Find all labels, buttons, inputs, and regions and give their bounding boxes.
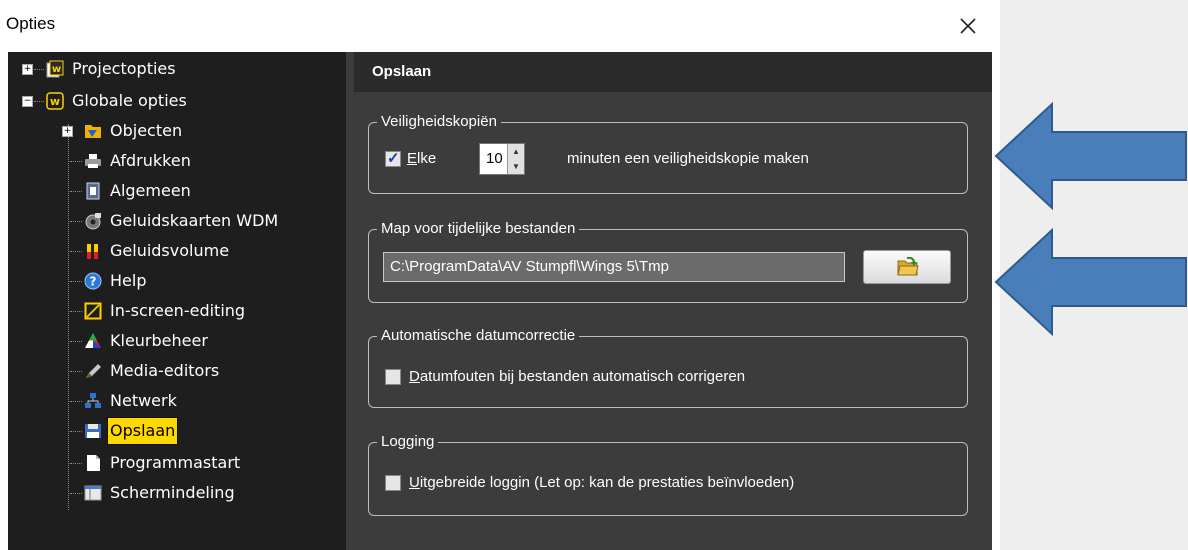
logging-group-title: Logging <box>377 433 439 450</box>
temp-folder-path-field[interactable]: C:\ProgramData\AV Stumpfl\Wings 5\Tmp <box>383 252 845 282</box>
screen-layout-icon <box>84 485 102 501</box>
tree-item-label: Projectopties <box>72 59 176 78</box>
panel-title: Opslaan <box>354 52 992 92</box>
network-icon <box>85 393 101 408</box>
expand-plus-icon[interactable]: + <box>22 64 33 75</box>
tree-item-label: In-screen-editing <box>110 301 246 320</box>
tree-item-label: Netwerk <box>110 391 177 410</box>
tree-item-schermindeling[interactable]: Schermindeling <box>8 480 308 506</box>
color-management-icon <box>85 333 101 348</box>
backup-enable-checkbox[interactable] <box>385 149 401 167</box>
tree-item-algemeen[interactable]: Algemeen <box>8 178 308 204</box>
temp-folder-group-title: Map voor tijdelijke bestanden <box>377 220 580 237</box>
date-correction-group-title: Automatische datumcorrectie <box>377 327 580 344</box>
annotation-arrow-temp-folder <box>994 227 1187 337</box>
tree-item-label: Algemeen <box>110 181 191 200</box>
tree-item-projectopties[interactable]: + w Projectopties <box>8 56 308 82</box>
wings-global-icon: w <box>46 92 64 110</box>
date-correction-group: Automatische datumcorrectie Datumfouten … <box>368 327 968 408</box>
tree-item-label: Programmastart <box>110 453 241 472</box>
tree-item-label: Geluidskaarten WDM <box>110 211 279 230</box>
objects-icon <box>85 125 101 138</box>
tree-item-label: Afdrukken <box>110 151 191 170</box>
dialog-body: + w Projectopties − w Globale opties + O… <box>8 52 992 550</box>
general-icon <box>86 182 100 200</box>
tree-item-geluidsvolume[interactable]: Geluidsvolume <box>8 238 308 264</box>
help-icon: ? <box>84 272 102 290</box>
spinner-up-icon[interactable]: ▲ <box>507 144 524 159</box>
logging-group: Logging Uitgebreide loggin (Let op: kan … <box>368 433 968 516</box>
tree-item-label: Geluidsvolume <box>110 241 230 260</box>
backup-group-title: Veiligheidskopiën <box>377 113 501 130</box>
tree-item-label: Kleurbeheer <box>110 331 208 350</box>
wings-project-icon: w <box>46 60 64 78</box>
date-correction-checkbox[interactable] <box>385 369 401 385</box>
tree-item-label: Globale opties <box>72 91 187 110</box>
tree-item-help[interactable]: ? Help <box>8 268 308 294</box>
browse-folder-button[interactable] <box>863 250 951 284</box>
tree-item-label: Media-editors <box>110 361 220 380</box>
tree-item-geluidskaarten-wdm[interactable]: Geluidskaarten WDM <box>8 208 328 234</box>
window-title: Opties <box>6 14 56 33</box>
tree-item-objecten[interactable]: + Objecten <box>8 118 308 144</box>
date-correction-label: Datumfouten bij bestanden automatisch co… <box>409 368 746 385</box>
media-editors-icon <box>86 364 101 378</box>
tree-item-afdrukken[interactable]: Afdrukken <box>8 148 308 174</box>
expand-plus-icon[interactable]: + <box>62 126 73 137</box>
extended-logging-checkbox[interactable] <box>385 475 401 491</box>
printer-icon <box>85 154 101 168</box>
options-panel: Opslaan Veiligheidskopiën Elke 10 ▲ ▼ mi… <box>354 52 992 550</box>
tree-item-globale-opties[interactable]: − w Globale opties <box>8 88 308 114</box>
tree-item-in-screen-editing[interactable]: In-screen-editing <box>8 298 308 324</box>
tree-item-opslaan[interactable]: Opslaan <box>8 417 308 445</box>
temp-folder-group: Map voor tijdelijke bestanden C:\Program… <box>368 220 968 303</box>
save-icon <box>85 424 101 438</box>
in-screen-editing-icon <box>84 302 102 320</box>
svg-text:w: w <box>50 95 60 108</box>
tree-item-label: Opslaan <box>106 417 179 445</box>
soundcard-icon <box>85 213 101 230</box>
tree-item-media-editors[interactable]: Media-editors <box>8 358 308 384</box>
tree-item-netwerk[interactable]: Netwerk <box>8 388 308 414</box>
backup-group: Veiligheidskopiën Elke 10 ▲ ▼ minuten ee… <box>368 113 968 194</box>
tree-item-programmastart[interactable]: Programmastart <box>8 450 308 476</box>
close-button[interactable] <box>952 10 984 42</box>
options-dialog: Opties + w Projectopties − w Globale opt… <box>0 0 1000 550</box>
open-folder-icon <box>897 257 919 276</box>
collapse-minus-icon[interactable]: − <box>22 96 33 107</box>
annotation-arrow-backup <box>994 101 1187 211</box>
close-icon <box>960 18 976 34</box>
backup-minutes-spinner[interactable]: 10 ▲ ▼ <box>479 143 525 175</box>
backup-minutes-suffix: minuten een veiligheidskopie maken <box>567 150 809 167</box>
tree-item-label: Objecten <box>110 121 183 140</box>
document-icon <box>87 455 100 471</box>
backup-minutes-value: 10 <box>486 150 503 167</box>
title-bar: Opties <box>0 0 1000 52</box>
extended-logging-label: Uitgebreide loggin (Let op: kan de prest… <box>409 474 795 491</box>
tree-item-label: Schermindeling <box>110 483 235 502</box>
tree-item-label: Help <box>110 271 147 290</box>
tree-item-kleurbeheer[interactable]: Kleurbeheer <box>8 328 308 354</box>
volume-meter-icon <box>87 244 98 259</box>
spinner-down-icon[interactable]: ▼ <box>507 159 524 174</box>
svg-text:?: ? <box>90 275 97 289</box>
options-tree: + w Projectopties − w Globale opties + O… <box>8 52 346 550</box>
svg-text:w: w <box>52 64 61 75</box>
backup-enable-label: Elke <box>407 150 437 167</box>
